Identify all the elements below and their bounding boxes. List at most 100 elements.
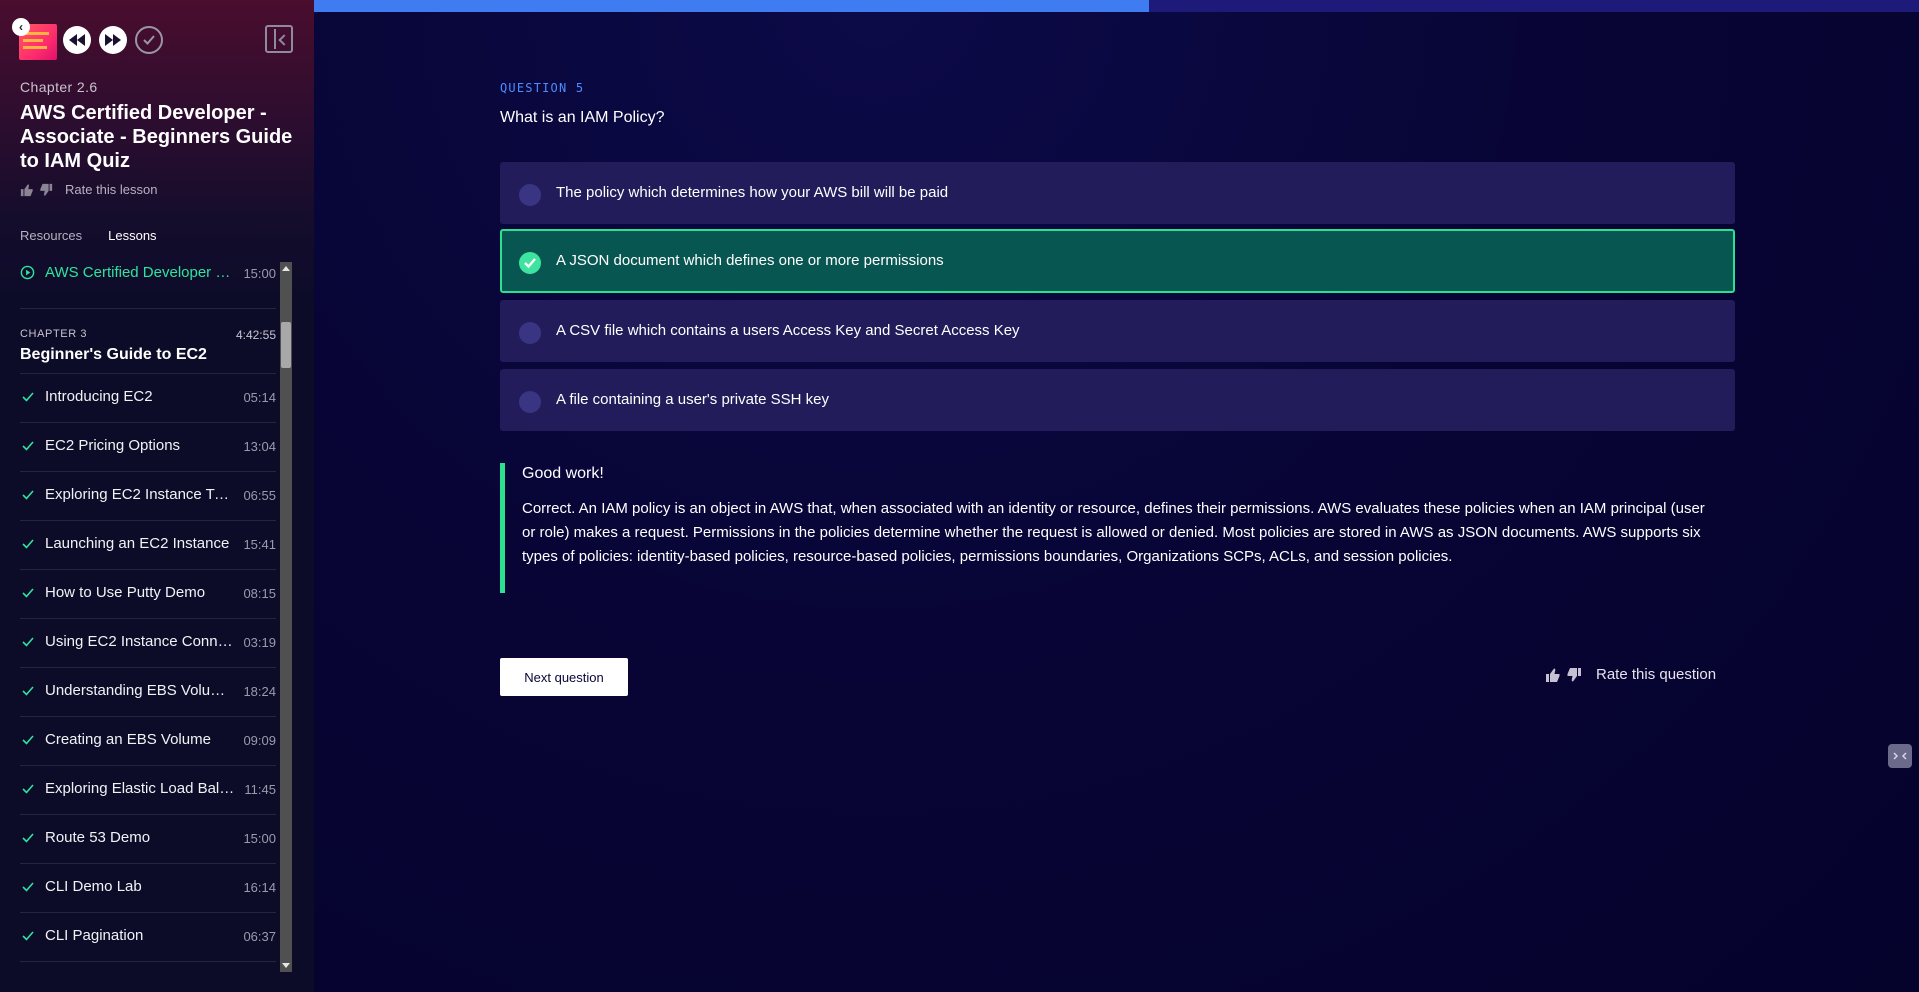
lesson-duration: 18:24 (243, 684, 276, 699)
quiz-progress-bar (314, 0, 1919, 12)
lesson-item[interactable]: Understanding EBS Volumes 18:24 (20, 668, 276, 717)
fast-forward-icon (105, 34, 121, 46)
radio-icon (519, 391, 541, 413)
chapter-header: CHAPTER 3 4:42:55 Beginner's Guide to EC… (20, 326, 276, 374)
current-lesson-item[interactable]: AWS Certified Developer - Associate - Be… (20, 260, 276, 309)
lesson-item[interactable]: EC2 Pricing Options 13:04 (20, 423, 276, 472)
answer-feedback: Good work! Correct. An IAM policy is an … (500, 463, 1735, 593)
rate-lesson-label: Rate this lesson (65, 182, 158, 197)
feedback-explanation: Correct. An IAM policy is an object in A… (522, 500, 1705, 565)
lesson-name: Route 53 Demo (45, 829, 151, 846)
scroll-down-arrow[interactable] (282, 963, 290, 968)
sidebar-header: ‹ Chapter 2.6 AWS Certified Developer - … (0, 0, 314, 290)
back-icon[interactable]: ‹ (12, 18, 30, 36)
lesson-name: Launching an EC2 Instance (45, 535, 230, 552)
lesson-name: EC2 Pricing Options (45, 437, 181, 454)
lesson-item[interactable]: Using EC2 Instance Connect 03:19 (20, 619, 276, 668)
lesson-duration: 09:09 (243, 733, 276, 748)
thumbs-down-icon[interactable] (1566, 667, 1582, 683)
completed-check-icon (22, 392, 34, 402)
radio-icon (519, 184, 541, 206)
play-circle-icon (20, 265, 35, 280)
scroll-up-arrow[interactable] (282, 266, 290, 271)
completed-check-icon (22, 588, 34, 598)
answer-option-3[interactable]: A CSV file which contains a users Access… (500, 300, 1735, 362)
completed-check-icon (22, 882, 34, 892)
quiz-progress-fill (314, 0, 1149, 12)
quiz-area: QUESTION 5 What is an IAM Policy? The po… (314, 0, 1919, 992)
tab-resources[interactable]: Resources (20, 228, 82, 243)
completed-check-icon (22, 490, 34, 500)
lesson-duration: 16:14 (243, 880, 276, 895)
lesson-duration: 06:37 (243, 929, 276, 944)
lesson-name: CLI Pagination (45, 927, 144, 944)
completed-check-icon (22, 686, 34, 696)
lesson-item[interactable]: CLI Demo Lab 16:14 (20, 864, 276, 913)
thumbs-up-icon[interactable] (20, 183, 34, 197)
scrollbar-thumb[interactable] (281, 322, 291, 368)
lesson-name: Understanding EBS Volumes (45, 682, 235, 699)
mark-complete-button[interactable] (135, 26, 163, 54)
lesson-duration: 08:15 (243, 586, 276, 601)
completed-check-icon (22, 637, 34, 647)
answer-option-1[interactable]: The policy which determines how your AWS… (500, 162, 1735, 224)
lesson-item[interactable]: Introducing EC2 05:14 (20, 374, 276, 423)
lesson-duration: 15:41 (243, 537, 276, 552)
lesson-item[interactable]: Route 53 Demo 15:00 (20, 815, 276, 864)
tab-lessons[interactable]: Lessons (108, 228, 156, 243)
lesson-name: Using EC2 Instance Connect (45, 633, 235, 650)
feedback-heading: Good work! (522, 465, 604, 482)
lesson-item[interactable]: Launching an EC2 Instance 15:41 (20, 521, 276, 570)
completed-check-icon (22, 441, 34, 451)
lesson-duration: 15:00 (243, 266, 276, 281)
lesson-name: Creating an EBS Volume (45, 731, 211, 748)
chapter-total-time: 4:42:55 (235, 328, 276, 342)
thumbs-up-icon[interactable] (1545, 667, 1561, 683)
completed-check-icon (22, 735, 34, 745)
chapter-label: Chapter 2.6 (20, 79, 98, 95)
question-number: QUESTION 5 (500, 81, 585, 95)
rewind-icon (69, 34, 85, 46)
lesson-title: AWS Certified Developer - Associate - Be… (20, 102, 293, 172)
lesson-duration: 11:45 (244, 782, 276, 797)
lesson-duration: 15:00 (243, 831, 276, 846)
sidebar-tabs: Resources Lessons (20, 228, 157, 243)
lesson-duration: 06:55 (243, 488, 276, 503)
check-circle-icon (143, 35, 155, 45)
lesson-name: Exploring Elastic Load Balancers (45, 780, 235, 797)
chapter-title: Beginner's Guide to EC2 (20, 346, 207, 363)
answer-label: The policy which determines how your AWS… (556, 184, 949, 201)
lesson-item[interactable]: Exploring Elastic Load Balancers 11:45 (20, 766, 276, 815)
next-lesson-button[interactable] (99, 26, 127, 54)
rate-question[interactable]: Rate this question (1545, 666, 1716, 683)
completed-check-icon (22, 784, 34, 794)
sidebar: ‹ Chapter 2.6 AWS Certified Developer - … (0, 0, 314, 992)
thumbs-down-icon[interactable] (39, 183, 53, 197)
rate-question-label: Rate this question (1596, 666, 1717, 683)
check-circle-icon (519, 252, 541, 274)
lesson-duration: 03:19 (243, 635, 276, 650)
rate-lesson[interactable]: Rate this lesson (20, 182, 158, 197)
answer-label: A file containing a user's private SSH k… (556, 391, 830, 408)
lesson-item[interactable]: Creating an EBS Volume 09:09 (20, 717, 276, 766)
collapse-sidebar-button[interactable] (265, 25, 293, 53)
completed-check-icon (22, 833, 34, 843)
lesson-item[interactable]: Exploring EC2 Instance Types 06:55 (20, 472, 276, 521)
answer-label: A JSON document which defines one or mor… (556, 252, 944, 269)
answer-option-2[interactable]: A JSON document which defines one or mor… (500, 229, 1735, 293)
lesson-name: CLI Demo Lab (45, 878, 142, 895)
next-question-button[interactable]: Next question (500, 658, 628, 696)
lesson-name: Introducing EC2 (45, 388, 153, 405)
lesson-name: AWS Certified Developer - Associate - Be… (45, 264, 235, 281)
completed-check-icon (22, 931, 34, 941)
scrollbar[interactable] (280, 262, 292, 972)
lesson-name: How to Use Putty Demo (45, 584, 206, 601)
answer-label: A CSV file which contains a users Access… (556, 322, 1020, 339)
question-text: What is an IAM Policy? (500, 109, 665, 126)
answer-option-4[interactable]: A file containing a user's private SSH k… (500, 369, 1735, 431)
lesson-item[interactable]: How to Use Putty Demo 08:15 (20, 570, 276, 619)
lesson-item[interactable]: CLI Pagination 06:37 (20, 913, 276, 962)
previous-lesson-button[interactable] (63, 26, 91, 54)
lesson-duration: 05:14 (243, 390, 276, 405)
chat-widget-icon[interactable] (1888, 744, 1912, 768)
